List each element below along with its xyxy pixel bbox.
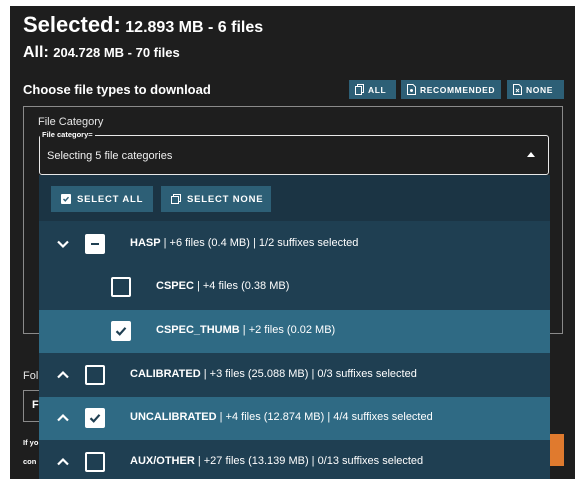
category-checkbox[interactable] <box>111 277 131 297</box>
select-all-label: SELECT ALL <box>77 193 144 205</box>
category-row[interactable]: UNCALIBRATED | +4 files (12.874 MB) | 4/… <box>39 397 550 440</box>
chevron-up-icon[interactable] <box>55 410 71 426</box>
file-types-title: Choose file types to download <box>23 82 211 97</box>
selected-label: Selected: <box>23 12 121 37</box>
category-info: | +3 files (25.088 MB) | 0/3 suffixes se… <box>200 368 417 380</box>
recommended-button[interactable]: RECOMMENDED <box>401 80 501 99</box>
folder-field-text: F <box>32 399 39 411</box>
all-summary: All: 204.728 MB - 70 files <box>23 44 180 62</box>
category-info: | +4 files (0.38 MB) <box>193 280 290 292</box>
dropdown-actions: SELECT ALL SELECT NONE <box>39 175 550 221</box>
chevron-down-icon[interactable] <box>55 236 71 252</box>
category-checkbox[interactable] <box>85 234 105 254</box>
category-name: UNCALIBRATED <box>130 411 217 423</box>
category-row-label: CALIBRATED | +3 files (25.088 MB) | 0/3 … <box>130 368 417 380</box>
category-row[interactable]: HASP | +6 files (0.4 MB) | 1/2 suffixes … <box>39 223 550 266</box>
category-name: CSPEC_THUMB <box>156 324 240 336</box>
category-name: CALIBRATED <box>130 368 201 380</box>
category-row-label: CSPEC | +4 files (0.38 MB) <box>156 280 289 292</box>
category-checkbox[interactable] <box>85 365 105 385</box>
category-row-label: AUX/OTHER | +27 files (13.139 MB) | 0/13… <box>130 455 423 467</box>
category-row-label: HASP | +6 files (0.4 MB) | 1/2 suffixes … <box>130 237 358 249</box>
all-label: All: <box>23 44 49 61</box>
none-button-label: NONE <box>526 84 553 95</box>
select-none-label: SELECT NONE <box>187 193 264 205</box>
note-line-2: con <box>23 457 37 466</box>
category-checkbox[interactable] <box>85 408 105 428</box>
category-checkbox[interactable] <box>111 321 131 341</box>
file-category-dropdown: SELECT ALL SELECT NONE HASP | +6 files (… <box>39 175 550 479</box>
category-row[interactable]: CSPEC | +4 files (0.38 MB) <box>39 266 550 309</box>
category-row-label: UNCALIBRATED | +4 files (12.874 MB) | 4/… <box>130 411 433 423</box>
all-button[interactable]: ALL <box>349 80 396 99</box>
category-info: | +2 files (0.02 MB) <box>239 324 336 336</box>
category-name: AUX/OTHER <box>130 455 195 467</box>
file-category-legend: File category= <box>40 130 95 139</box>
file-category-value: Selecting 5 file categories <box>47 150 173 162</box>
selected-value: 12.893 MB - 6 files <box>125 19 264 36</box>
chevron-up-icon[interactable] <box>55 367 71 383</box>
category-info: | +4 files (12.874 MB) | 4/4 suffixes se… <box>216 411 433 423</box>
download-button-edge[interactable] <box>548 434 564 466</box>
category-row[interactable]: AUX/OTHER | +27 files (13.139 MB) | 0/13… <box>39 441 550 479</box>
all-value: 204.728 MB - 70 files <box>53 45 180 60</box>
category-row[interactable]: CSPEC_THUMB | +2 files (0.02 MB) <box>39 310 550 353</box>
file-x-icon <box>513 84 522 95</box>
category-name: CSPEC <box>156 280 194 292</box>
file-category-label: File Category <box>38 116 104 128</box>
category-name: HASP <box>130 237 161 249</box>
select-none-icon <box>171 194 181 204</box>
category-info: | +6 files (0.4 MB) | 1/2 suffixes selec… <box>160 237 359 249</box>
recommended-button-label: RECOMMENDED <box>420 84 496 95</box>
category-checkbox[interactable] <box>85 452 105 472</box>
caret-up-icon[interactable] <box>527 152 535 157</box>
file-star-icon <box>407 84 416 95</box>
none-button[interactable]: NONE <box>507 80 564 99</box>
category-row-label: CSPEC_THUMB | +2 files (0.02 MB) <box>156 324 335 336</box>
category-row[interactable]: CALIBRATED | +3 files (25.088 MB) | 0/3 … <box>39 354 550 397</box>
select-all-button[interactable]: SELECT ALL <box>51 186 153 212</box>
chevron-up-icon[interactable] <box>55 454 71 470</box>
all-button-label: ALL <box>368 84 387 95</box>
folder-label-fragment: Fol <box>23 370 39 382</box>
note-line-1: If yo <box>23 438 39 447</box>
category-info: | +27 files (13.139 MB) | 0/13 suffixes … <box>194 455 424 467</box>
select-none-button[interactable]: SELECT NONE <box>161 186 271 212</box>
files-icon <box>355 84 364 95</box>
select-all-icon <box>61 194 71 204</box>
selected-summary: Selected: 12.893 MB - 6 files <box>23 12 263 38</box>
